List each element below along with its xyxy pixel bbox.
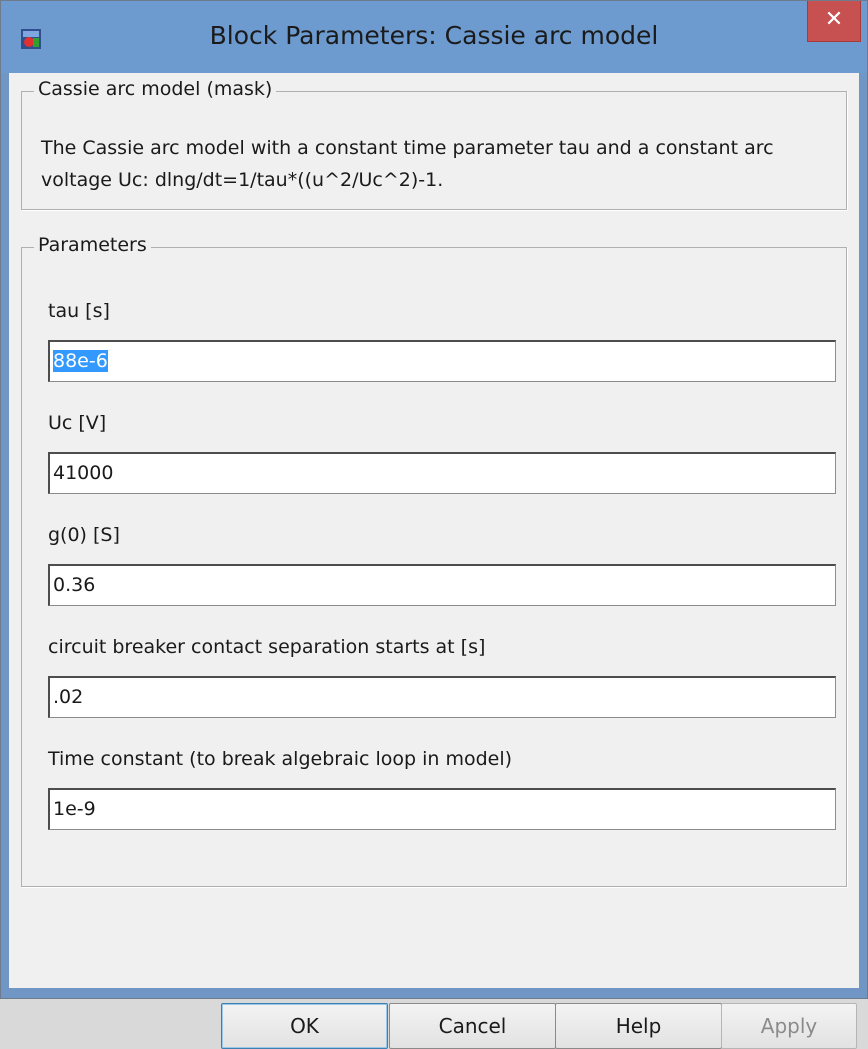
mask-description-group: Cassie arc model (mask) The Cassie arc m… bbox=[21, 78, 847, 210]
apply-button[interactable]: Apply bbox=[721, 1003, 857, 1049]
mask-description: The Cassie arc model with a constant tim… bbox=[41, 137, 774, 191]
time-constant-input[interactable]: 1e-9 bbox=[48, 788, 836, 830]
g0-input[interactable]: 0.36 bbox=[48, 564, 836, 606]
g0-value: 0.36 bbox=[53, 574, 96, 596]
g0-label: g(0) [S] bbox=[48, 524, 120, 546]
time-constant-value: 1e-9 bbox=[53, 798, 96, 820]
parameters-group: Parameters tau [s] 88e-6 Uc [V] 41000 g(… bbox=[21, 234, 847, 887]
uc-value: 41000 bbox=[53, 462, 114, 484]
ok-button[interactable]: OK bbox=[221, 1003, 388, 1049]
title-bar[interactable]: Block Parameters: Cassie arc model ✕ bbox=[1, 1, 867, 73]
separation-start-label: circuit breaker contact separation start… bbox=[48, 636, 486, 658]
separation-start-input[interactable]: .02 bbox=[48, 676, 836, 718]
help-button[interactable]: Help bbox=[555, 1003, 722, 1049]
simulink-block-icon bbox=[21, 29, 41, 49]
separation-start-value: .02 bbox=[53, 686, 84, 708]
tau-input[interactable]: 88e-6 bbox=[48, 340, 836, 382]
tau-label: tau [s] bbox=[48, 300, 110, 322]
tau-value: 88e-6 bbox=[53, 350, 108, 372]
time-constant-label: Time constant (to break algebraic loop i… bbox=[48, 748, 513, 770]
cancel-button[interactable]: Cancel bbox=[389, 1003, 556, 1049]
close-button[interactable]: ✕ bbox=[807, 1, 861, 42]
uc-input[interactable]: 41000 bbox=[48, 452, 836, 494]
parameters-group-legend: Parameters bbox=[34, 234, 151, 256]
close-icon: ✕ bbox=[824, 7, 844, 32]
mask-group-legend: Cassie arc model (mask) bbox=[34, 78, 277, 100]
dialog-window: Block Parameters: Cassie arc model ✕ Cas… bbox=[0, 0, 868, 1049]
dialog-title: Block Parameters: Cassie arc model bbox=[209, 21, 659, 50]
dialog-body: Cassie arc model (mask) The Cassie arc m… bbox=[9, 73, 859, 1049]
uc-label: Uc [V] bbox=[48, 412, 107, 434]
